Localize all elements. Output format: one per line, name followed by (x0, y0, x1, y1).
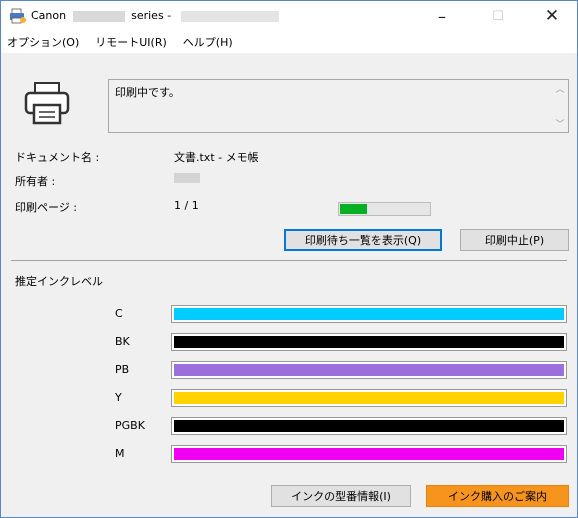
document-name-label: ドキュメント名 : (15, 151, 100, 164)
ink-bar-m (171, 445, 567, 463)
ink-fill-y (174, 392, 564, 404)
ink-label-m: M (115, 447, 125, 460)
ink-label-pgbk: PGBK (115, 419, 145, 432)
ink-level-section-title: 推定インクレベル (15, 275, 103, 288)
ink-bar-c (171, 305, 567, 323)
ink-fill-pgbk (174, 420, 564, 432)
scroll-down-icon[interactable]: ﹀ (555, 117, 564, 130)
ink-fill-m (174, 448, 564, 460)
redacted-printer-port (180, 10, 279, 22)
ink-purchase-button[interactable]: インク購入のご案内 (426, 485, 569, 507)
minimize-button[interactable]: – (419, 1, 465, 31)
ink-bar-pb (171, 361, 567, 379)
ink-label-bk: BK (115, 335, 130, 348)
ink-model-info-button[interactable]: インクの型番情報(I) (271, 485, 411, 507)
ink-label-c: C (115, 307, 123, 320)
title-suffix: series - (131, 9, 172, 22)
show-print-queue-button[interactable]: 印刷待ち一覧を表示(Q) (284, 229, 442, 251)
minimize-icon: – (438, 6, 446, 26)
print-progress-bar (338, 202, 431, 216)
ink-fill-bk (174, 336, 564, 348)
maximize-button[interactable]: ☐ (475, 1, 521, 31)
ink-fill-c (174, 308, 564, 320)
document-name-value: 文書.txt - メモ帳 (174, 151, 259, 164)
close-icon: ✕ (544, 6, 560, 26)
maximize-icon: ☐ (492, 8, 504, 24)
ink-fill-pb (174, 364, 564, 376)
title-bar[interactable]: Canon series - – ☐ ✕ (1, 1, 577, 31)
scroll-up-icon[interactable]: ︿ (555, 82, 564, 95)
ink-label-pb: PB (115, 363, 130, 376)
status-scrollbar[interactable]: ︿ ﹀ (554, 82, 566, 130)
redacted-model-name (72, 10, 125, 22)
canon-printer-app-icon (10, 8, 26, 24)
printer-status-window: Canon series - – ☐ ✕ オプション(O) リモートUI(R) … (0, 0, 578, 518)
cancel-printing-button[interactable]: 印刷中止(P) (460, 229, 569, 251)
title-prefix: Canon (31, 9, 67, 22)
close-button[interactable]: ✕ (529, 1, 575, 31)
menu-help[interactable]: ヘルプ(H) (183, 34, 233, 50)
printer-icon (24, 82, 70, 125)
menu-remote-ui[interactable]: リモートUI(R) (95, 34, 167, 50)
menu-bar: オプション(O) リモートUI(R) ヘルプ(H) (1, 31, 577, 53)
owner-label: 所有者 : (15, 175, 56, 188)
ink-bar-bk (171, 333, 567, 351)
status-message: 印刷中です。 (115, 86, 180, 99)
print-progress-fill (340, 204, 367, 214)
ink-label-y: Y (115, 391, 122, 404)
section-divider (11, 260, 567, 261)
ink-bar-pgbk (171, 417, 567, 435)
print-pages-label: 印刷ページ : (15, 201, 77, 214)
ink-bar-y (171, 389, 567, 407)
main-content: 印刷中です。 ︿ ﹀ ドキュメント名 : 文書.txt - メモ帳 所有者 : … (1, 53, 577, 517)
redacted-owner-value (174, 173, 200, 183)
status-message-box: 印刷中です。 ︿ ﹀ (108, 79, 569, 133)
window-title: Canon series - (31, 9, 279, 22)
menu-options[interactable]: オプション(O) (7, 34, 79, 50)
print-pages-value: 1 / 1 (174, 199, 199, 212)
